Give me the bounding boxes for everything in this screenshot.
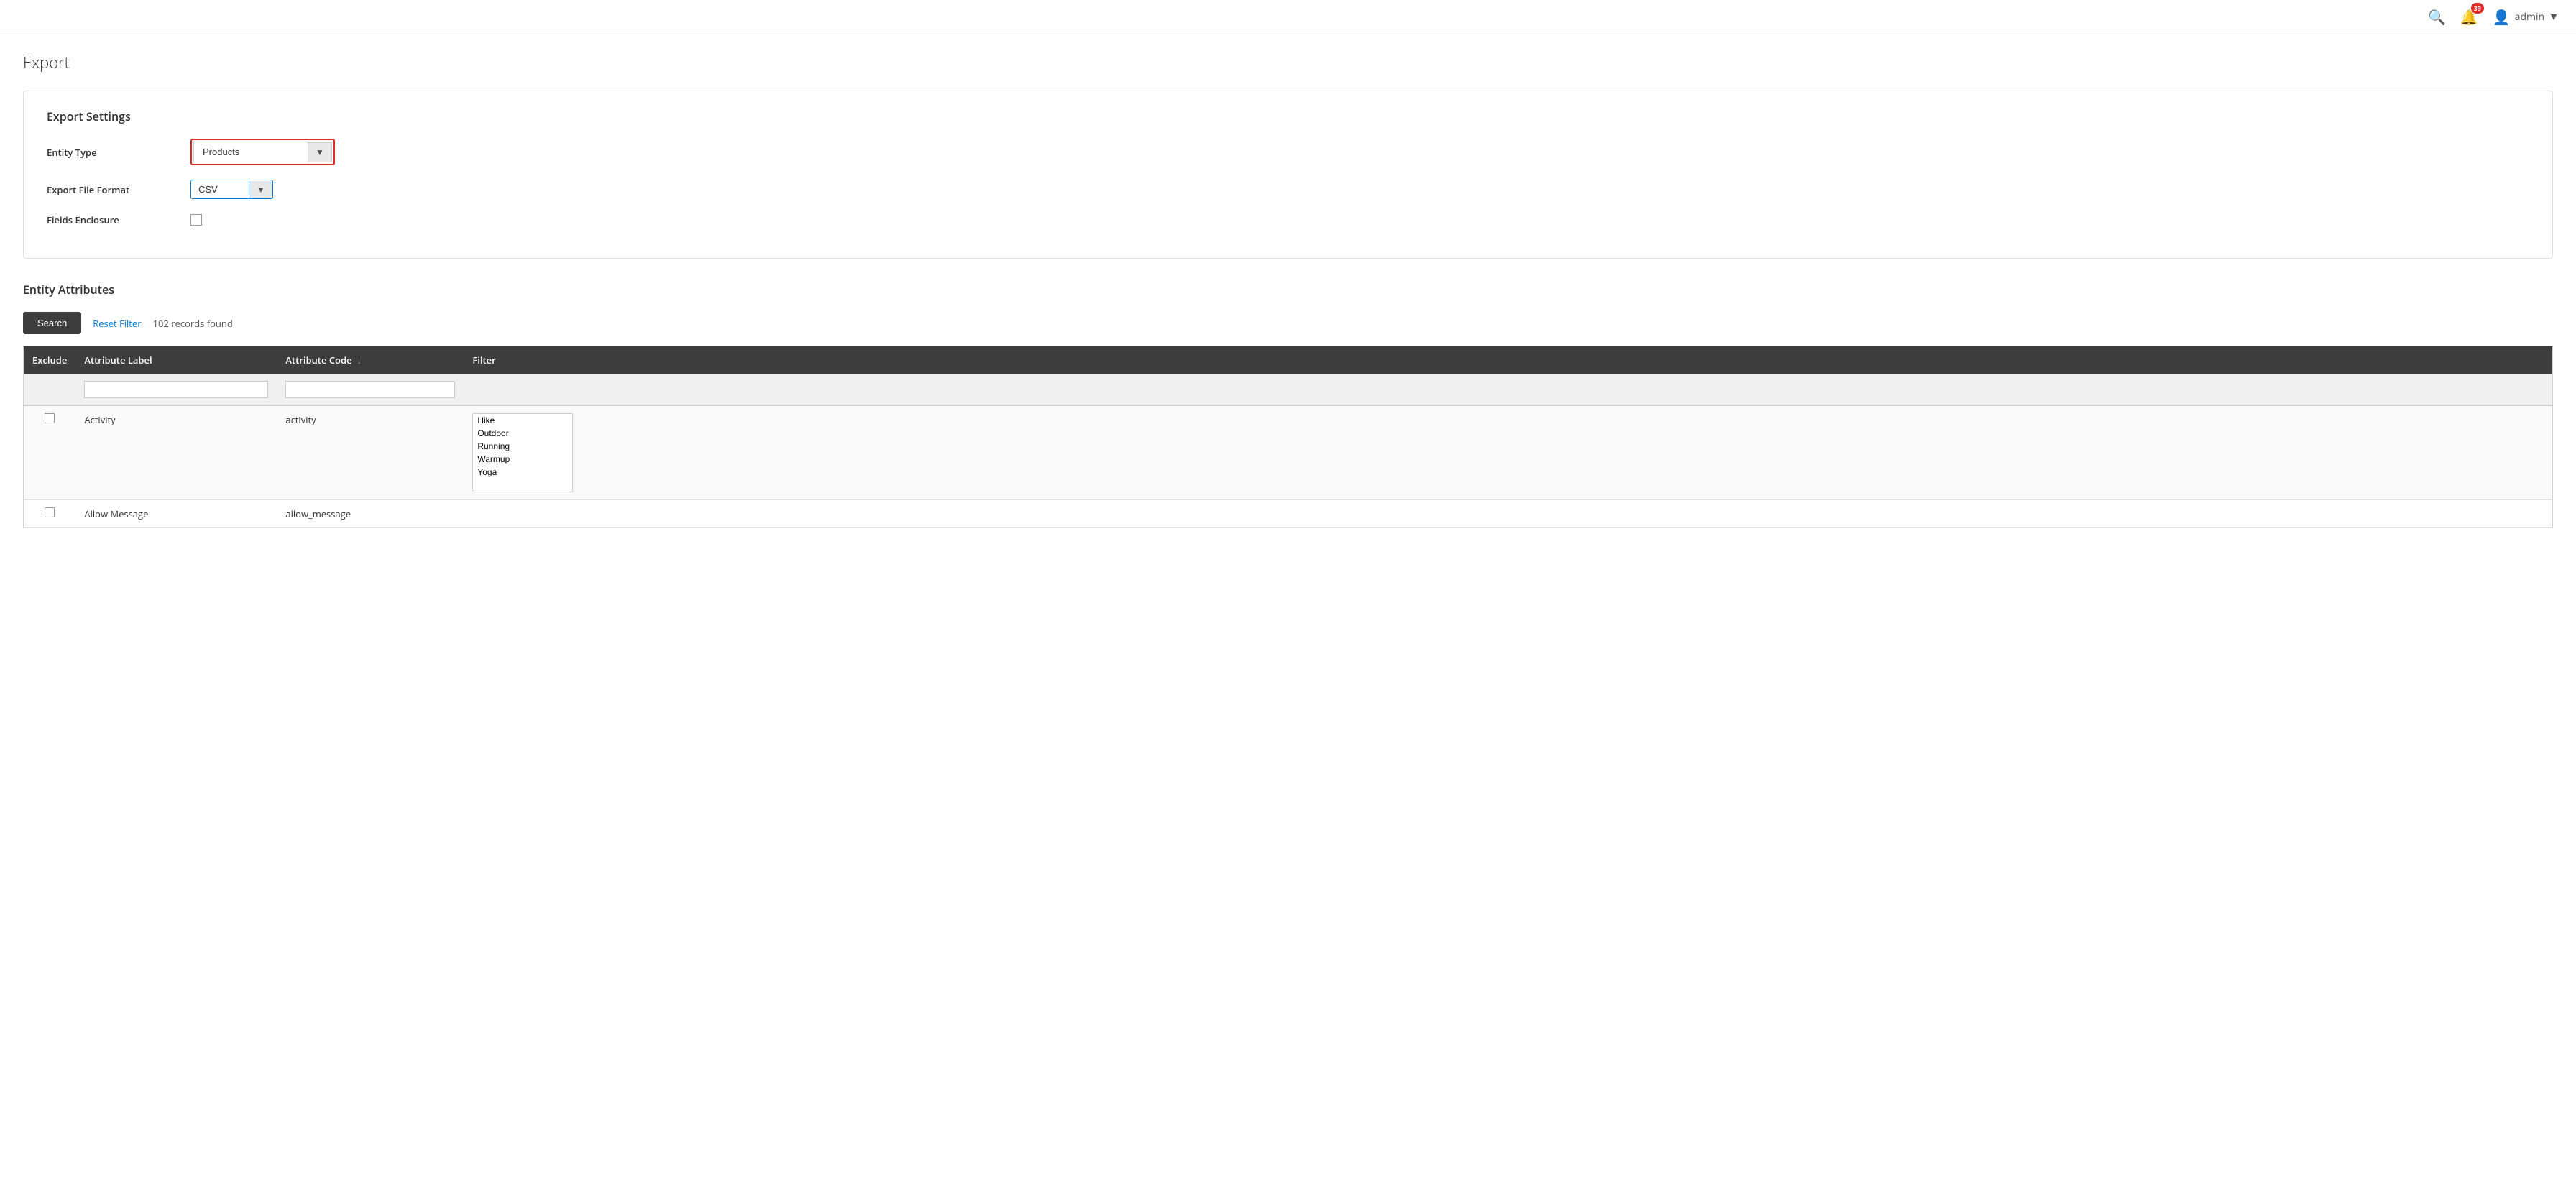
filter-option-warmup: Warmup xyxy=(473,453,572,466)
reset-filter-link[interactable]: Reset Filter xyxy=(93,317,141,330)
filter-attribute-code-input[interactable] xyxy=(285,381,455,398)
filter-input-row xyxy=(24,374,2553,406)
notification-icon[interactable]: 🔔 39 xyxy=(2460,7,2478,27)
activity-exclude-cell xyxy=(24,406,76,500)
username-label: admin xyxy=(2515,10,2544,24)
entity-type-dropdown-btn[interactable]: ▼ xyxy=(308,142,332,162)
fields-enclosure-label: Fields Enclosure xyxy=(47,213,190,226)
entity-type-wrapper: Products Categories Customers ▼ xyxy=(190,139,335,165)
allow-message-label-cell: Allow Message xyxy=(75,500,277,528)
allow-message-exclude-checkbox[interactable] xyxy=(45,507,55,517)
export-file-format-dropdown-btn[interactable]: ▼ xyxy=(249,181,272,198)
activity-code-cell: activity xyxy=(277,406,464,500)
export-file-format-label: Export File Format xyxy=(47,183,190,196)
search-button[interactable]: Search xyxy=(23,312,81,334)
entity-attributes-title: Entity Attributes xyxy=(23,282,2553,298)
fields-enclosure-row: Fields Enclosure xyxy=(47,213,2529,226)
table-header-row: Exclude Attribute Label Attribute Code ↓… xyxy=(24,346,2553,374)
activity-code: activity xyxy=(285,413,316,426)
filter-attribute-label-input[interactable] xyxy=(84,381,268,398)
filter-option-outdoor: Outdoor xyxy=(473,427,572,440)
csv-wrapper: CSV XML JSON ▼ xyxy=(190,180,273,199)
user-icon: 👤 xyxy=(2493,7,2511,27)
search-bar: Search Reset Filter 102 records found xyxy=(23,312,2553,334)
export-settings-title: Export Settings xyxy=(47,109,2529,124)
filter-option-yoga: Yoga xyxy=(473,466,572,479)
filter-exclude-cell xyxy=(24,374,76,406)
entity-type-select-container: Products Categories Customers ▼ xyxy=(193,142,332,162)
export-file-format-row: Export File Format CSV XML JSON ▼ xyxy=(47,180,2529,199)
col-header-filter-text: Filter xyxy=(472,354,495,366)
allow-message-code: allow_message xyxy=(285,507,351,520)
entity-type-label: Entity Type xyxy=(47,146,190,159)
activity-label-cell: Activity xyxy=(75,406,277,500)
user-menu[interactable]: 👤 admin ▼ xyxy=(2493,7,2559,27)
table-row: Activity activity Hike Outdoor Running W… xyxy=(24,406,2553,500)
page-wrapper: 🔍 🔔 39 👤 admin ▼ Export Export Settings … xyxy=(0,0,2576,1190)
entity-type-control: Products Categories Customers ▼ xyxy=(190,139,335,165)
table-header: Exclude Attribute Label Attribute Code ↓… xyxy=(24,346,2553,374)
filter-attribute-label-cell xyxy=(75,374,277,406)
filter-option-hike: Hike xyxy=(473,414,572,427)
activity-label: Activity xyxy=(84,413,115,426)
allow-message-filter-cell xyxy=(464,500,2552,528)
col-header-exclude: Exclude xyxy=(24,346,76,374)
col-header-attribute-code-text: Attribute Code xyxy=(285,354,351,366)
table-row: Allow Message allow_message xyxy=(24,500,2553,528)
page-title: Export xyxy=(23,52,2553,73)
chevron-down-icon: ▼ xyxy=(2549,10,2559,24)
filter-attribute-code-cell xyxy=(277,374,464,406)
entity-type-select[interactable]: Products Categories Customers xyxy=(193,142,308,162)
allow-message-exclude-cell xyxy=(24,500,76,528)
export-file-format-select[interactable]: CSV XML JSON xyxy=(191,180,249,198)
col-header-attribute-label-text: Attribute Label xyxy=(84,354,152,366)
top-header: 🔍 🔔 39 👤 admin ▼ xyxy=(0,0,2576,34)
entity-type-row: Entity Type Products Categories Customer… xyxy=(47,139,2529,165)
table-body: Activity activity Hike Outdoor Running W… xyxy=(24,374,2553,528)
activity-filter-listbox[interactable]: Hike Outdoor Running Warmup Yoga xyxy=(472,413,573,492)
col-header-attribute-label: Attribute Label xyxy=(75,346,277,374)
activity-exclude-checkbox[interactable] xyxy=(45,413,55,423)
fields-enclosure-control xyxy=(190,214,202,226)
sort-desc-icon: ↓ xyxy=(357,356,362,366)
records-count: 102 records found xyxy=(153,317,233,330)
activity-filter-cell: Hike Outdoor Running Warmup Yoga xyxy=(464,406,2552,500)
filter-filter-cell xyxy=(464,374,2552,406)
col-header-attribute-code[interactable]: Attribute Code ↓ xyxy=(277,346,464,374)
col-header-filter: Filter xyxy=(464,346,2552,374)
attributes-table: Exclude Attribute Label Attribute Code ↓… xyxy=(23,346,2553,528)
notification-badge: 39 xyxy=(2471,3,2484,14)
fields-enclosure-checkbox[interactable] xyxy=(190,214,202,226)
filter-option-running: Running xyxy=(473,440,572,453)
main-content: Export Export Settings Entity Type Produ… xyxy=(0,34,2576,545)
col-header-exclude-label: Exclude xyxy=(32,354,67,366)
allow-message-label: Allow Message xyxy=(84,507,148,520)
export-settings-section: Export Settings Entity Type Products Cat… xyxy=(23,91,2553,259)
allow-message-code-cell: allow_message xyxy=(277,500,464,528)
entity-attributes-section: Entity Attributes Search Reset Filter 10… xyxy=(23,282,2553,528)
search-icon[interactable]: 🔍 xyxy=(2428,7,2446,27)
export-file-format-control: CSV XML JSON ▼ xyxy=(190,180,273,199)
